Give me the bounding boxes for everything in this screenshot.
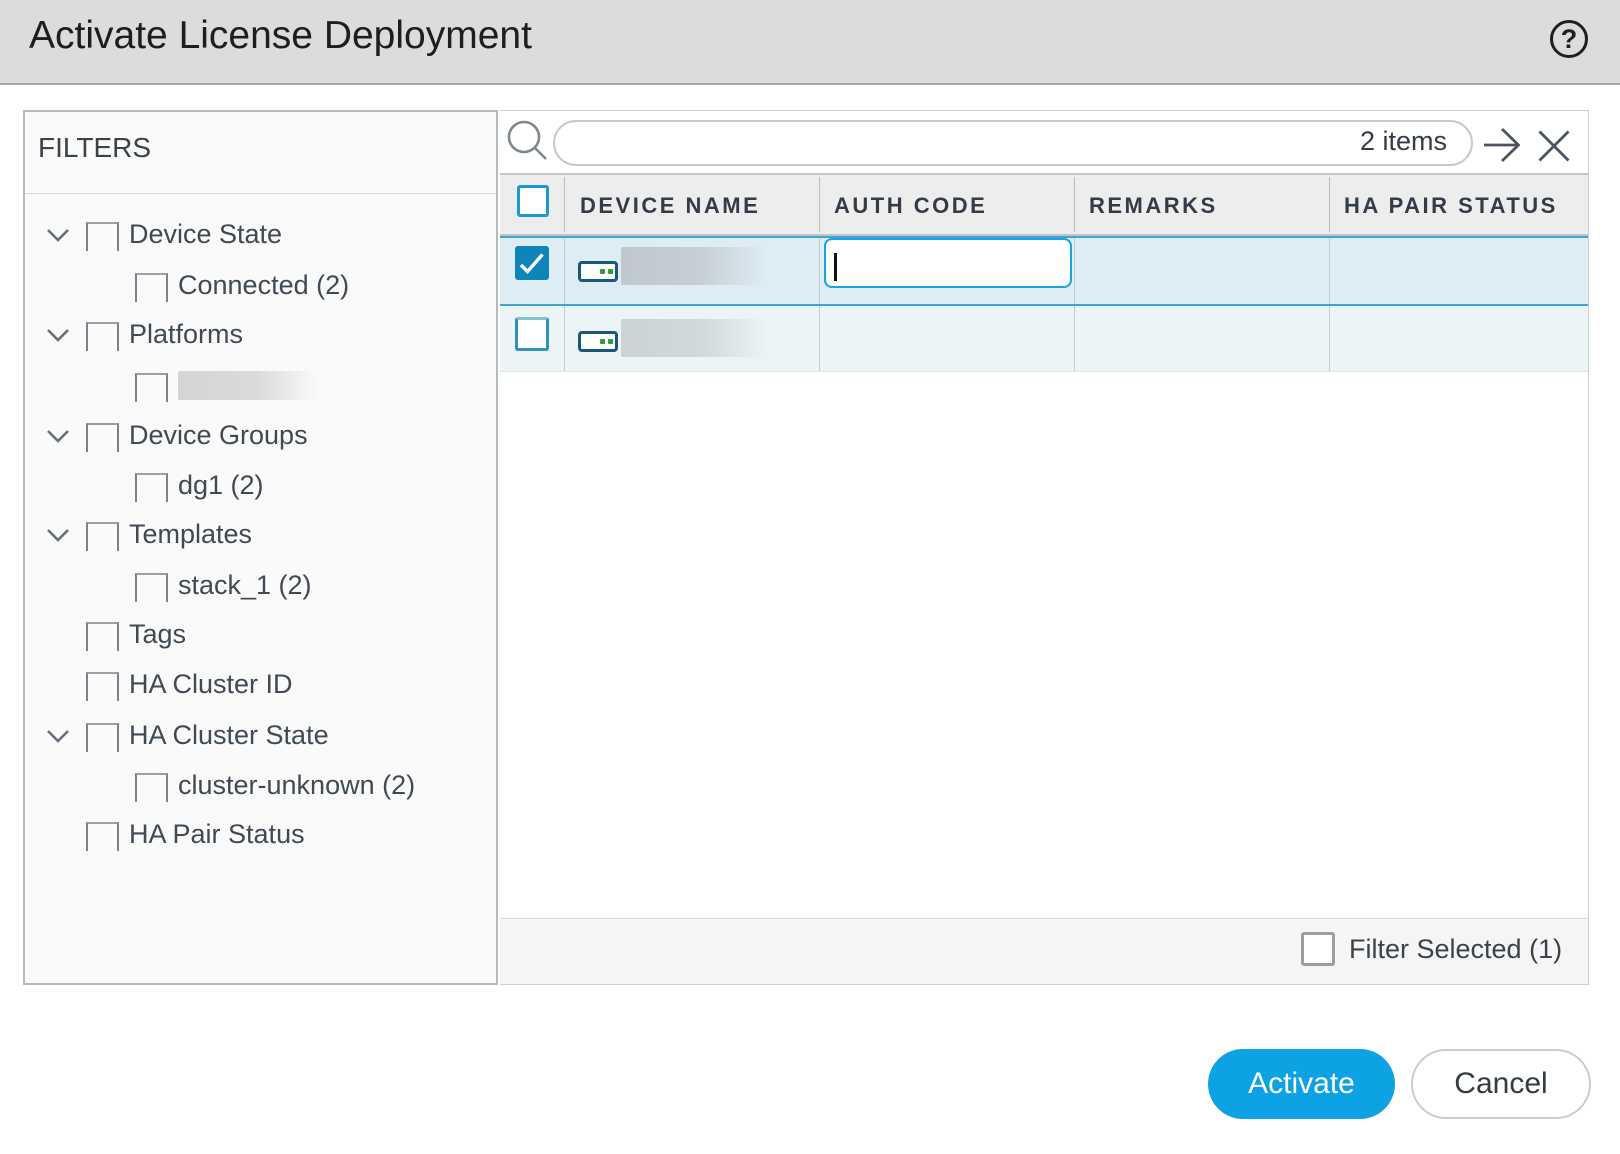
svg-text:?: ? (1561, 24, 1578, 54)
